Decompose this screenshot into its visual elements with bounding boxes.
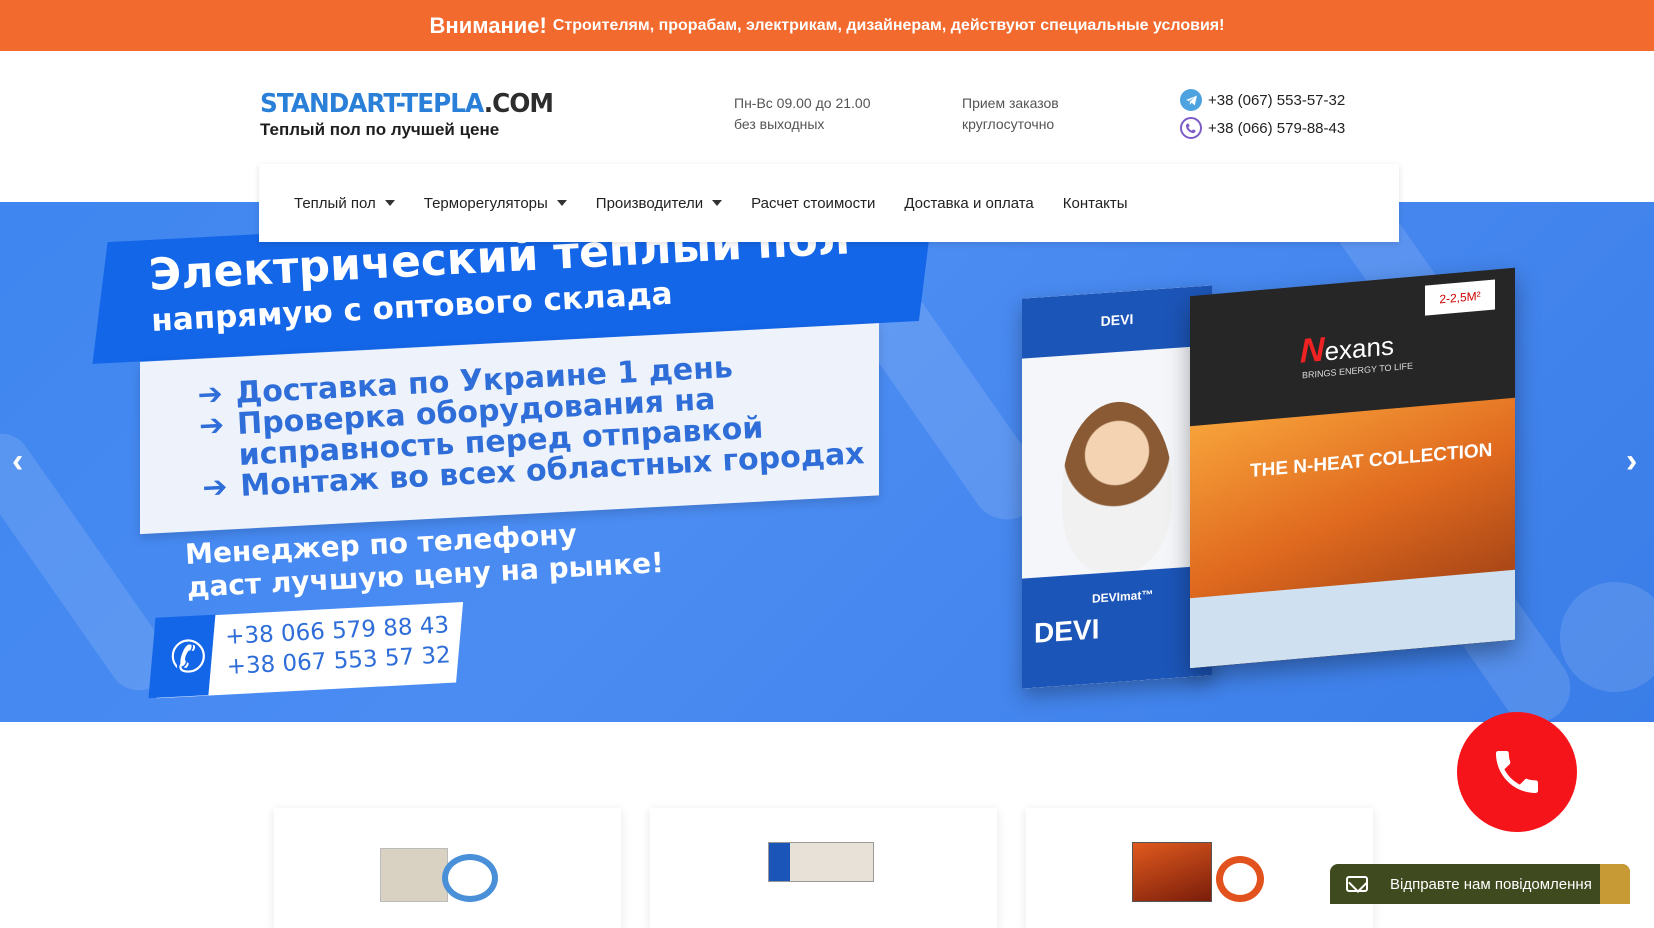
logo-name: STANDART-TEPLA (260, 89, 485, 119)
phone-icon (1496, 751, 1538, 793)
announcement-bar: Внимание! Строителям, прорабам, электрик… (0, 0, 1654, 51)
phone-telegram-number[interactable]: +38 (067) 553-57-32 (1208, 92, 1345, 109)
nav-item-label: Терморегуляторы (423, 194, 548, 212)
chevron-down-icon (556, 200, 567, 206)
viber-icon (1180, 117, 1202, 139)
slider-next-arrow[interactable]: › (1626, 442, 1637, 481)
orders-line2: круглосуточно (962, 116, 1055, 132)
phone-icon: ✆ (168, 632, 209, 683)
hero-slider[interactable]: ‹ › Электрический теплый пол напрямую с … (0, 202, 1654, 722)
devi-box-top: DEVI (1022, 285, 1212, 359)
chat-widget-label: Відправте нам повідомлення (1390, 875, 1592, 893)
phone-viber[interactable]: +38 (066) 579-88-43 (1180, 117, 1345, 139)
category-thumbnail (768, 842, 878, 902)
working-hours-line2: без выходных (734, 116, 825, 132)
nav-item-label: Контакты (1062, 194, 1128, 212)
nexans-product-box: 2-2,5M² Nexans BRINGS ENERGY TO LIFE THE… (1190, 267, 1515, 669)
nav-item-thermostats[interactable]: Терморегуляторы (424, 195, 567, 212)
logo-tld: .COM (483, 89, 554, 119)
category-thumbnail (1132, 842, 1272, 902)
chevron-down-icon (712, 200, 723, 206)
logo-slogan: Теплый пол по лучшей цене (260, 120, 500, 139)
working-hours-line1: Пн-Вс 09.00 до 21.00 (734, 95, 871, 111)
phone-viber-number[interactable]: +38 (066) 579-88-43 (1208, 120, 1345, 137)
category-card[interactable] (1026, 808, 1373, 928)
chat-widget-accent (1600, 864, 1630, 904)
hero-phones[interactable]: +38 066 579 88 43 +38 067 553 57 32 (224, 610, 452, 682)
nav-item-label: Расчет стоимости (751, 194, 876, 212)
devi-box-bottom: DEVImat™ DEVI (1022, 565, 1212, 689)
working-hours: Пн-Вс 09.00 до 21.00 без выходных (734, 93, 871, 135)
devi-brand: DEVI (1034, 613, 1100, 649)
announcement-lead: Внимание! (429, 12, 547, 38)
envelope-icon (1346, 876, 1368, 892)
arrow-right-icon: ➔ (196, 376, 224, 414)
telegram-icon (1180, 89, 1202, 111)
category-card[interactable] (274, 808, 621, 928)
nexans-box-sticker: 2-2,5M² (1425, 279, 1495, 316)
arrow-right-icon: ➔ (201, 469, 229, 506)
nav-item-label: Доставка и оплата (904, 194, 1034, 212)
nav-item-label: Теплый пол (294, 194, 376, 212)
chat-widget[interactable]: Відправте нам повідомлення (1330, 864, 1630, 904)
nav-item-delivery-payment[interactable]: Доставка и оплата (904, 195, 1033, 212)
main-navigation: Теплый пол Терморегуляторы Производители… (259, 164, 1399, 242)
arrow-right-icon: ➔ (198, 407, 226, 444)
category-thumbnail (380, 842, 520, 902)
nav-item-warm-floor[interactable]: Теплый пол (294, 195, 395, 212)
chevron-down-icon (384, 200, 395, 206)
category-card[interactable] (650, 808, 997, 928)
logo-wordmark: STANDART-TEPLA.COM (260, 89, 554, 119)
orders-info: Прием заказов круглосуточно (962, 93, 1059, 135)
devi-product-name: DEVImat™ (1092, 587, 1154, 606)
decor-circle (1560, 582, 1654, 692)
nav-item-label: Производители (595, 194, 704, 212)
nav-item-contacts[interactable]: Контакты (1063, 195, 1128, 212)
orders-line1: Прием заказов (962, 95, 1059, 111)
devi-box-photo (1062, 398, 1172, 576)
nav-item-manufacturers[interactable]: Производители (595, 194, 723, 212)
slider-prev-arrow[interactable]: ‹ (12, 442, 23, 481)
devi-product-box: DEVI DEVImat™ DEVI (1022, 285, 1212, 689)
site-logo[interactable]: STANDART-TEPLA.COM Теплый пол по лучшей … (260, 90, 568, 140)
announcement-text: Строителям, прорабам, электрикам, дизайн… (552, 16, 1225, 34)
phone-telegram[interactable]: +38 (067) 553-57-32 (1180, 89, 1345, 111)
nav-item-cost-calculation[interactable]: Расчет стоимости (751, 195, 875, 212)
callback-button[interactable] (1457, 712, 1577, 832)
